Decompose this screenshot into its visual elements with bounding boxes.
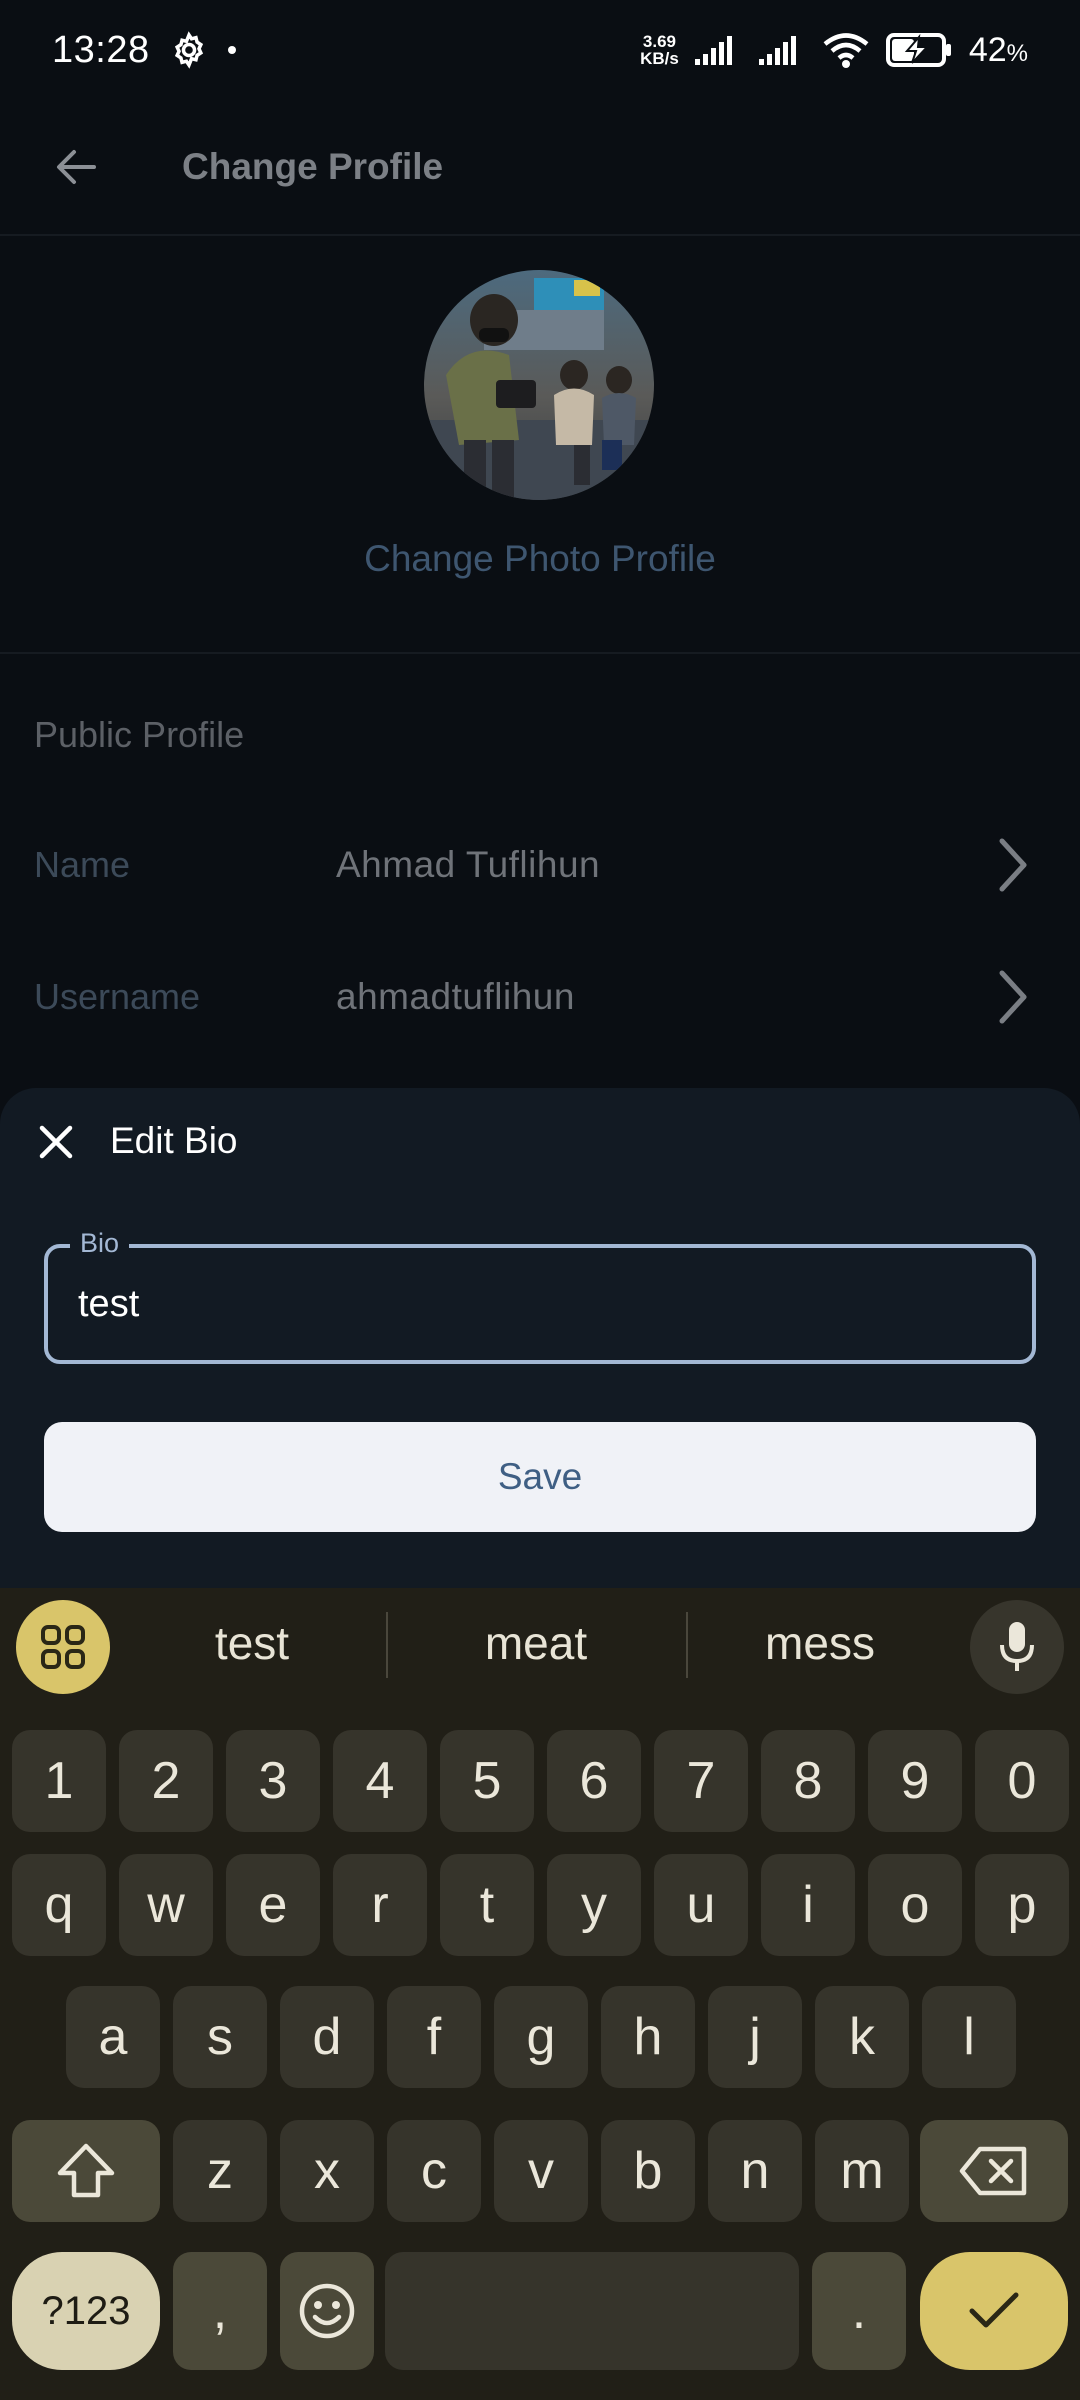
- comma-key[interactable]: ,: [173, 2252, 267, 2370]
- chevron-right-icon: [999, 838, 1027, 892]
- key[interactable]: f: [387, 1986, 481, 2088]
- profile-row-value: Ahmad Tuflihun: [336, 844, 601, 885]
- key[interactable]: k: [815, 1986, 909, 2088]
- settings-gear-icon: [174, 31, 203, 69]
- keyboard-apps-button[interactable]: [16, 1600, 110, 1694]
- key[interactable]: 8: [761, 1730, 855, 1832]
- status-bar: 13:28 3.69 KB/s 42%: [0, 0, 1080, 100]
- key[interactable]: o: [868, 1854, 962, 1956]
- checkmark-icon: [969, 2292, 1019, 2328]
- enter-key[interactable]: [920, 2252, 1068, 2370]
- keyboard: test meat mess 1 2 3 4 5 6 7 8 9 0 q w e…: [0, 1588, 1080, 2400]
- key[interactable]: l: [922, 1986, 1016, 2088]
- bio-field-label: Bio: [70, 1228, 130, 1259]
- app-bar: Change Profile: [0, 100, 1080, 236]
- key[interactable]: q: [12, 1854, 106, 1956]
- network-speed-value: 3.69: [642, 32, 676, 51]
- key[interactable]: c: [387, 2120, 481, 2222]
- profile-row-label: Name: [34, 844, 131, 885]
- notification-dot: [227, 46, 236, 54]
- profile-row-value: ahmadtuflihun: [336, 976, 575, 1017]
- network-speed-unit: KB/s: [640, 49, 679, 68]
- key[interactable]: a: [66, 1986, 160, 2088]
- profile-row-name[interactable]: Name Ahmad Tuflihun: [0, 810, 1080, 920]
- public-profile-heading: Public Profile: [34, 714, 245, 755]
- key[interactable]: 4: [333, 1730, 427, 1832]
- suggestion-item[interactable]: test: [142, 1616, 362, 1670]
- emoji-icon: [299, 2283, 355, 2339]
- key[interactable]: 9: [868, 1730, 962, 1832]
- emoji-key[interactable]: [280, 2252, 374, 2370]
- profile-row-label: Username: [34, 976, 201, 1017]
- symbols-key[interactable]: ?123: [12, 2252, 160, 2370]
- photo-section: Change Photo Profile: [0, 238, 1080, 654]
- avatar[interactable]: [424, 270, 654, 500]
- key[interactable]: y: [547, 1854, 641, 1956]
- suggestion-divider: [386, 1612, 388, 1678]
- key[interactable]: d: [280, 1986, 374, 2088]
- arrow-left-icon: [57, 150, 96, 184]
- key[interactable]: u: [654, 1854, 748, 1956]
- battery-percent: 42%: [969, 31, 1028, 70]
- backspace-key[interactable]: [920, 2120, 1068, 2222]
- network-speed: 3.69 KB/s: [640, 33, 679, 67]
- key[interactable]: 0: [975, 1730, 1069, 1832]
- backspace-icon: [959, 2146, 1027, 2196]
- grid-icon: [41, 1625, 85, 1669]
- back-button[interactable]: [52, 143, 100, 191]
- close-icon[interactable]: [36, 1122, 76, 1162]
- key[interactable]: 6: [547, 1730, 641, 1832]
- key[interactable]: 2: [119, 1730, 213, 1832]
- sheet-title: Edit Bio: [110, 1120, 238, 1161]
- key[interactable]: 1: [12, 1730, 106, 1832]
- battery-percent-unit: %: [1006, 39, 1028, 67]
- shift-key[interactable]: [12, 2120, 160, 2222]
- key[interactable]: z: [173, 2120, 267, 2222]
- shift-icon: [57, 2143, 115, 2198]
- key[interactable]: g: [494, 1986, 588, 2088]
- microphone-icon: [1000, 1622, 1034, 1671]
- period-key[interactable]: .: [812, 2252, 906, 2370]
- key[interactable]: e: [226, 1854, 320, 1956]
- key[interactable]: p: [975, 1854, 1069, 1956]
- edit-bio-sheet: Edit Bio Bio Save: [0, 1088, 1080, 1590]
- key[interactable]: 7: [654, 1730, 748, 1832]
- battery-charging-icon: [885, 33, 951, 67]
- battery-percent-value: 42: [968, 30, 1007, 69]
- chevron-right-icon: [999, 970, 1027, 1024]
- key[interactable]: 5: [440, 1730, 534, 1832]
- change-photo-link[interactable]: Change Photo Profile: [0, 538, 1080, 580]
- wifi-icon: [823, 33, 869, 68]
- space-key[interactable]: [385, 2252, 799, 2370]
- suggestion-item[interactable]: mess: [710, 1616, 930, 1670]
- signal-strength-icon: [694, 36, 732, 65]
- key[interactable]: i: [761, 1854, 855, 1956]
- profile-photo: [424, 270, 654, 500]
- suggestion-item[interactable]: meat: [426, 1616, 646, 1670]
- save-button[interactable]: Save: [44, 1422, 1036, 1532]
- status-time: 13:28: [52, 28, 150, 71]
- key[interactable]: r: [333, 1854, 427, 1956]
- signal-strength-icon: [758, 36, 796, 65]
- key[interactable]: b: [601, 2120, 695, 2222]
- page-title: Change Profile: [182, 146, 444, 187]
- suggestion-divider: [686, 1612, 688, 1678]
- suggestion-bar: test meat mess: [0, 1588, 1080, 1724]
- key[interactable]: h: [601, 1986, 695, 2088]
- key[interactable]: v: [494, 2120, 588, 2222]
- key[interactable]: n: [708, 2120, 802, 2222]
- key[interactable]: t: [440, 1854, 534, 1956]
- key[interactable]: 3: [226, 1730, 320, 1832]
- key[interactable]: s: [173, 1986, 267, 2088]
- profile-row-username[interactable]: Username ahmadtuflihun: [0, 942, 1080, 1052]
- bio-input[interactable]: [78, 1276, 998, 1332]
- voice-input-button[interactable]: [970, 1600, 1064, 1694]
- key[interactable]: j: [708, 1986, 802, 2088]
- key[interactable]: x: [280, 2120, 374, 2222]
- key[interactable]: m: [815, 2120, 909, 2222]
- bio-field[interactable]: Bio: [44, 1228, 1036, 1364]
- key[interactable]: w: [119, 1854, 213, 1956]
